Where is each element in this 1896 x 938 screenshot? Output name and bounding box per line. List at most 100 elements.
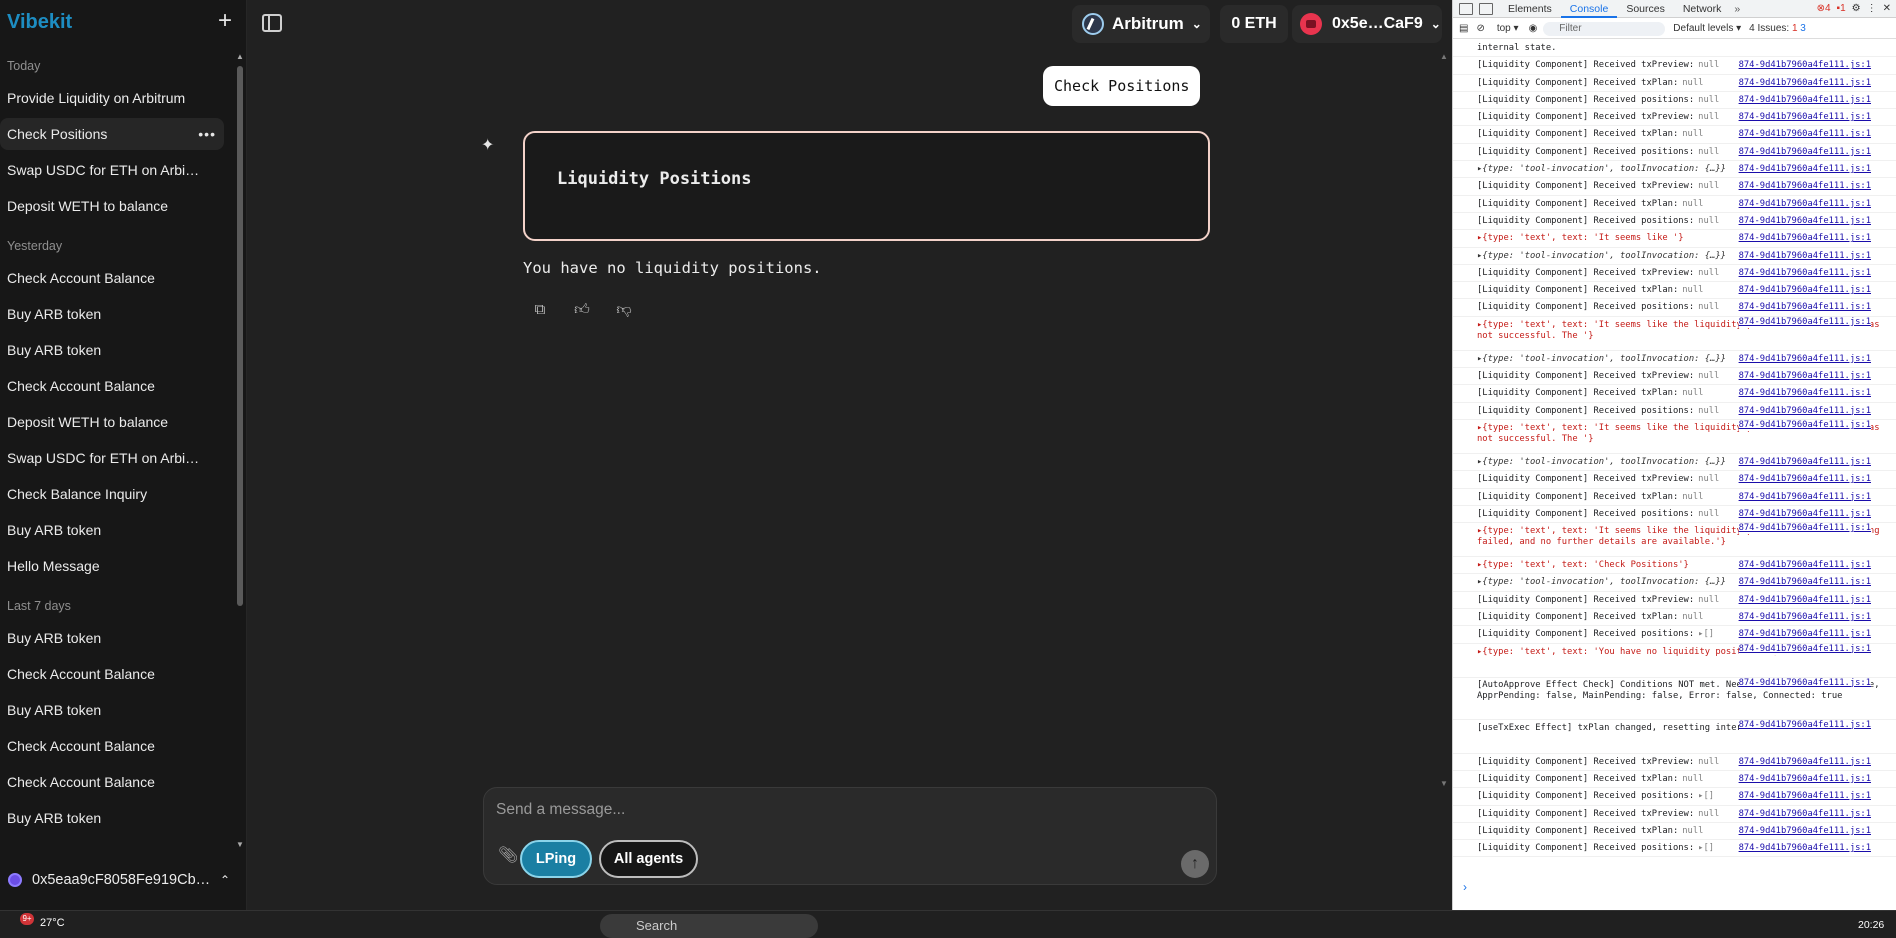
source-link[interactable]: 874-9d41b7960a4fe111.js:1 [1738, 770, 1871, 787]
console-text[interactable]: ▸{type: 'tool-invocation', toolInvocatio… [1477, 577, 1726, 587]
source-link[interactable]: 874-9d41b7960a4fe111.js:1 [1738, 230, 1871, 247]
console-text[interactable]: ▸{type: 'tool-invocation', toolInvocatio… [1477, 164, 1726, 174]
sidebar-item[interactable]: Buy ARB token [0, 514, 224, 546]
source-link[interactable]: 874-9d41b7960a4fe111.js:1 [1738, 419, 1871, 431]
source-link[interactable]: 874-9d41b7960a4fe111.js:1 [1738, 677, 1871, 689]
more-options-icon[interactable]: ••• [198, 118, 216, 150]
scroll-up-icon[interactable]: ▲ [236, 52, 244, 62]
scroll-thumb[interactable] [237, 66, 243, 606]
source-link[interactable]: 874-9d41b7960a4fe111.js:1 [1738, 247, 1871, 264]
sidebar-item[interactable]: Check Account Balance [0, 730, 224, 762]
source-link[interactable]: 874-9d41b7960a4fe111.js:1 [1738, 264, 1871, 281]
close-icon[interactable]: ✕ [1883, 3, 1891, 14]
source-link[interactable]: 874-9d41b7960a4fe111.js:1 [1738, 471, 1871, 488]
kebab-icon[interactable]: ⋮ [1867, 3, 1877, 14]
source-link[interactable]: 874-9d41b7960a4fe111.js:1 [1738, 161, 1871, 178]
log-levels-select[interactable]: Default levels ▾ [1673, 23, 1741, 34]
account-button[interactable]: 0x5e…CaF9 ⌄ [1292, 5, 1442, 43]
source-link[interactable]: 874-9d41b7960a4fe111.js:1 [1738, 368, 1871, 385]
paperclip-icon[interactable]: 📎︎ [498, 845, 518, 865]
source-link[interactable]: 874-9d41b7960a4fe111.js:1 [1738, 126, 1871, 143]
source-link[interactable]: 874-9d41b7960a4fe111.js:1 [1738, 143, 1871, 160]
sidebar-item[interactable]: Check Account Balance [0, 766, 224, 798]
plus-icon[interactable]: + [213, 9, 237, 34]
source-link[interactable]: 874-9d41b7960a4fe111.js:1 [1738, 385, 1871, 402]
sidebar-item[interactable]: Provide Liquidity on Arbitrum [0, 82, 224, 114]
source-link[interactable]: 874-9d41b7960a4fe111.js:1 [1738, 753, 1871, 770]
clock[interactable]: 20:26 [1858, 919, 1884, 931]
context-select[interactable]: top ▾ [1497, 23, 1519, 34]
source-link[interactable]: 874-9d41b7960a4fe111.js:1 [1738, 505, 1871, 522]
sidebar-item[interactable]: Check Positions ••• [0, 118, 224, 150]
copy-icon[interactable]: ⧉ [530, 300, 550, 320]
source-link[interactable]: 874-9d41b7960a4fe111.js:1 [1738, 316, 1871, 328]
source-link[interactable]: 874-9d41b7960a4fe111.js:1 [1738, 299, 1871, 316]
agent-pill-lping[interactable]: LPing [520, 840, 592, 878]
console-text[interactable]: ▸{type: 'text', text: 'You have no liqui… [1477, 647, 1779, 657]
source-link[interactable]: 874-9d41b7960a4fe111.js:1 [1738, 178, 1871, 195]
sidebar-item[interactable]: Swap USDC for ETH on Arbi… [0, 154, 224, 186]
scroll-down-icon[interactable]: ▼ [1440, 779, 1448, 788]
source-link[interactable]: 874-9d41b7960a4fe111.js:1 [1738, 488, 1871, 505]
taskbar-search[interactable]: Search [600, 914, 818, 938]
source-link[interactable]: 874-9d41b7960a4fe111.js:1 [1738, 350, 1871, 367]
scroll-up-icon[interactable]: ▲ [1440, 52, 1448, 61]
sidebar-item[interactable]: Deposit WETH to balance [0, 406, 224, 438]
source-link[interactable]: 874-9d41b7960a4fe111.js:1 [1738, 195, 1871, 212]
source-link[interactable]: 874-9d41b7960a4fe111.js:1 [1738, 523, 1871, 535]
scroll-down-icon[interactable]: ▼ [236, 840, 244, 850]
source-link[interactable]: 874-9d41b7960a4fe111.js:1 [1738, 719, 1871, 731]
sidebar-item[interactable]: Buy ARB token [0, 334, 224, 366]
console-text[interactable]: ▸{type: 'text', text: 'It seems like '} [1477, 233, 1684, 243]
devtools-tab[interactable]: Sources [1617, 0, 1674, 18]
sidebar-item[interactable]: Check Balance Inquiry [0, 478, 224, 510]
source-link[interactable]: 874-9d41b7960a4fe111.js:1 [1738, 282, 1871, 299]
sidebar-item[interactable]: Buy ARB token [0, 298, 224, 330]
all-agents-button[interactable]: All agents [599, 840, 698, 878]
thumbs-up-icon[interactable]: 👍︎ [572, 300, 592, 320]
source-link[interactable]: 874-9d41b7960a4fe111.js:1 [1738, 574, 1871, 591]
source-link[interactable]: 874-9d41b7960a4fe111.js:1 [1738, 109, 1871, 126]
source-link[interactable]: 874-9d41b7960a4fe111.js:1 [1738, 91, 1871, 108]
sidebar-item[interactable]: Buy ARB token [0, 622, 224, 654]
inspect-icon[interactable] [1459, 2, 1473, 15]
message-input[interactable] [496, 798, 1196, 822]
sidebar-item[interactable]: Deposit WETH to balance [0, 190, 224, 222]
sidebar-item[interactable]: Swap USDC for ETH on Arbi… [0, 442, 224, 474]
send-arrow-icon[interactable]: ↑ [1181, 850, 1209, 878]
source-link[interactable]: 874-9d41b7960a4fe111.js:1 [1738, 591, 1871, 608]
console-prompt[interactable]: › [1463, 880, 1467, 894]
source-link[interactable]: 874-9d41b7960a4fe111.js:1 [1738, 643, 1871, 655]
brand-title[interactable]: Vibekit [7, 11, 72, 34]
chain-selector-button[interactable]: Arbitrum ⌄ [1072, 5, 1210, 43]
source-link[interactable]: 874-9d41b7960a4fe111.js:1 [1738, 822, 1871, 839]
sidebar-toggle-icon[interactable]: ▤ [1459, 23, 1468, 34]
source-link[interactable]: 874-9d41b7960a4fe111.js:1 [1738, 402, 1871, 419]
device-toggle-icon[interactable] [1479, 2, 1493, 15]
source-link[interactable]: 874-9d41b7960a4fe111.js:1 [1738, 212, 1871, 229]
console-text[interactable]: ▸{type: 'tool-invocation', toolInvocatio… [1477, 457, 1726, 467]
sidebar-item[interactable]: Check Account Balance [0, 370, 224, 402]
issues-counter[interactable]: 4 Issues: 1 3 [1749, 23, 1806, 34]
sidebar-item[interactable]: Buy ARB token [0, 802, 224, 834]
settings-gear-icon[interactable]: ⚙ [1852, 3, 1861, 14]
chat-scrollbar[interactable]: ▲ ▼ [1440, 52, 1448, 788]
more-tabs-icon[interactable]: » [1730, 3, 1744, 15]
weather-temp[interactable]: 27°C [40, 917, 65, 929]
sidebar-item[interactable]: Check Account Balance [0, 262, 224, 294]
clear-console-icon[interactable]: ⊘ [1476, 23, 1484, 34]
source-link[interactable]: 874-9d41b7960a4fe111.js:1 [1738, 609, 1871, 626]
console-text[interactable]: ▸{type: 'tool-invocation', toolInvocatio… [1477, 354, 1726, 364]
toggle-sidebar-icon[interactable] [262, 14, 282, 32]
thumbs-down-icon[interactable]: 👎︎ [614, 300, 634, 320]
sidebar-item[interactable]: Buy ARB token [0, 694, 224, 726]
sidebar-item[interactable]: Hello Message [0, 550, 224, 582]
console-text[interactable]: ▸{type: 'text', text: 'Check Positions'} [1477, 560, 1689, 570]
devtools-tab[interactable]: Elements [1499, 0, 1561, 18]
source-link[interactable]: 874-9d41b7960a4fe111.js:1 [1738, 57, 1871, 74]
source-link[interactable]: 874-9d41b7960a4fe111.js:1 [1738, 626, 1871, 643]
sidebar-item[interactable]: Check Account Balance [0, 658, 224, 690]
eye-icon[interactable]: ◉ [1529, 23, 1538, 34]
source-link[interactable]: 874-9d41b7960a4fe111.js:1 [1738, 557, 1871, 574]
devtools-tab[interactable]: Network [1674, 0, 1731, 18]
